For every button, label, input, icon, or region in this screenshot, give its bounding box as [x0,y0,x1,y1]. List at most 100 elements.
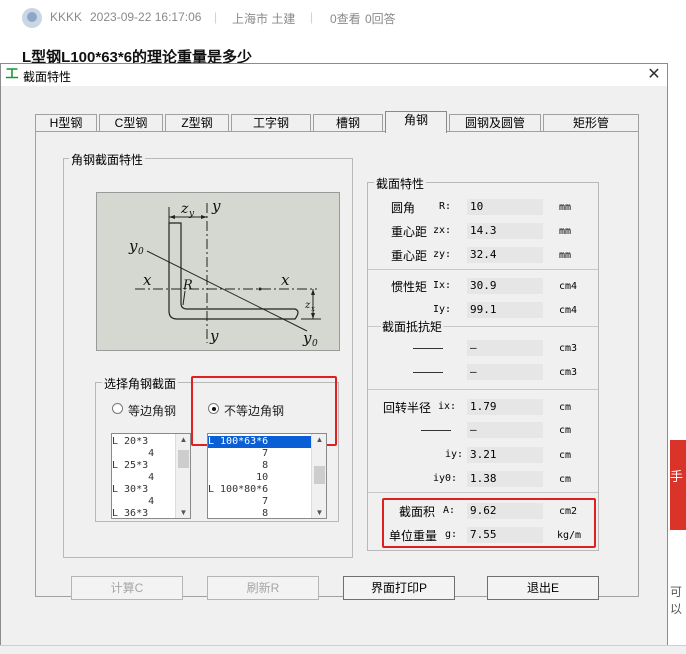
scroll-down-icon[interactable]: ▼ [176,508,190,517]
list-item[interactable]: L 25*3 [112,460,148,472]
x-left-label: x [143,271,152,289]
gyration-iy0-symbol: iy0: [433,473,458,484]
dash-line [413,348,443,349]
list-item[interactable]: L 30*3 [112,484,148,496]
title-bar[interactable]: 工 截面特性 ✕ [1,64,667,86]
y0-label: y [128,237,138,255]
dash-line [413,372,443,373]
divider [368,389,598,390]
tab-channel[interactable]: 槽钢 [313,114,383,132]
post-location: 上海市 土建 [232,12,296,26]
iy-value: 99.1 [467,302,543,318]
tab-rect-tube[interactable]: 矩形管 [543,114,639,132]
gyration-iy-unit: cm [559,450,572,461]
divider [368,492,598,493]
unequal-list-scrollbar[interactable]: ▲ ▼ [311,434,326,518]
gyration-2-value: — [467,422,543,438]
w2-unit: cm3 [559,367,578,378]
radius-symbol: R: [439,201,452,212]
y-bottom-label: y [209,327,219,345]
ix-symbol: Ix: [433,280,452,291]
gyration-ix-symbol: ix: [438,401,457,412]
dash-line [421,430,451,431]
gyration-2-unit: cm [559,425,572,436]
tab-i-beam[interactable]: 工字钢 [231,114,311,132]
w1-value: — [467,340,543,356]
side-banner[interactable] [670,440,686,530]
y0-bottom-label: y [302,329,312,347]
tab-c-steel[interactable]: C型钢 [99,114,163,132]
gyration-ix-value: 1.79 [467,399,543,415]
refresh-button[interactable]: 刷新R [207,576,319,600]
arrow-right [201,215,207,219]
gyration-label: 回转半径 [383,401,432,415]
select-section-group-title: 选择角钢截面 [102,375,179,392]
user-name[interactable]: KKKK [50,10,82,24]
equal-angle-list[interactable]: L 20*3 4 L 25*3 4 L 30*3 4 L 36*3 ▲ ▼ [111,433,191,519]
tab-h-steel[interactable]: H型钢 [35,114,97,132]
list-item[interactable]: 8 [208,508,268,518]
y0-bottom-sub: 0 [312,339,318,349]
zx-label: 重心距 [391,225,428,239]
scroll-up-icon[interactable]: ▲ [312,435,326,444]
post-datetime: 2023-09-22 16:17:06 [90,10,202,24]
list-item-selected[interactable]: L 100*63*6 [208,436,311,448]
zx-unit: mm [559,226,572,237]
list-item[interactable]: 7 [208,448,268,460]
ix-value: 30.9 [467,278,543,294]
radio-equal-circle[interactable] [112,403,123,414]
list-item[interactable]: L 100*80*6 [208,484,268,496]
section-properties-window: 工 截面特性 ✕ H型钢 C型钢 Z型钢 工字钢 槽钢 角钢 圆钢及圆管 矩形管… [0,63,668,653]
w2-value: — [467,364,543,380]
radius-value: 10 [467,199,543,215]
divider [368,269,598,270]
list-item[interactable]: 8 [208,460,268,472]
exit-button[interactable]: 退出E [487,576,599,600]
list-item[interactable]: 10 [208,472,268,484]
side-banner-text: 手 [670,469,684,484]
tab-round[interactable]: 圆钢及圆管 [449,114,541,132]
print-screen-button[interactable]: 界面打印P [343,576,455,600]
separator: | [310,10,314,24]
calculate-button[interactable]: 计算C [71,576,183,600]
list-item[interactable]: L 20*3 [112,436,148,448]
iy-unit: cm4 [559,305,578,316]
list-item[interactable]: 4 [112,472,154,484]
list-item[interactable]: 4 [112,496,154,508]
user-avatar[interactable] [22,8,42,28]
answer-count: 0回答 [365,12,396,26]
zy-symbol: zy: [433,249,452,260]
zy-sub: y [188,209,195,219]
gyration-iy0-value: 1.38 [467,471,543,487]
section-properties-title: 截面特性 [374,175,427,192]
zy-unit: mm [559,250,572,261]
angle-diagram-svg: z y y y 0 x x R z x y y 0 [128,197,321,349]
forum-header: KKKK 2023-09-22 16:17:06 | 上海市 土建 | 0查看 … [0,0,686,36]
radius-unit: mm [559,202,572,213]
side-text: 可以 [670,585,683,616]
scroll-up-icon[interactable]: ▲ [176,435,190,444]
ix-label: 惯性矩 [391,280,428,294]
list-item[interactable]: 7 [208,496,268,508]
scroll-thumb[interactable] [178,450,189,468]
scroll-thumb[interactable] [314,466,325,484]
angle-section-group-title: 角钢截面特性 [69,151,146,168]
list-item[interactable]: L 36*3 [112,508,148,518]
tab-z-steel[interactable]: Z型钢 [165,114,229,132]
equal-list-scrollbar[interactable]: ▲ ▼ [175,434,190,518]
tab-angle[interactable]: 角钢 [385,111,447,133]
y-top-label: y [211,197,221,215]
list-item[interactable]: 4 [112,448,154,460]
zy-value: 32.4 [467,247,543,263]
scroll-down-icon[interactable]: ▼ [312,508,326,517]
angle-section-diagram: z y y y 0 x x R z x y y 0 [96,192,340,351]
radio-equal-angle[interactable]: 等边角钢 [112,402,182,418]
zx-symbol: zx: [433,225,452,236]
close-button[interactable]: ✕ [641,64,667,86]
centroid-mark [258,287,262,291]
iy-symbol: Iy: [433,304,452,315]
radius-label: 圆角 [391,201,416,215]
gyration-iy-value: 3.21 [467,447,543,463]
r-label: R [182,278,193,293]
unequal-angle-list[interactable]: L 100*63*6 7 8 10 L 100*80*6 7 8 ▲ ▼ [207,433,327,519]
